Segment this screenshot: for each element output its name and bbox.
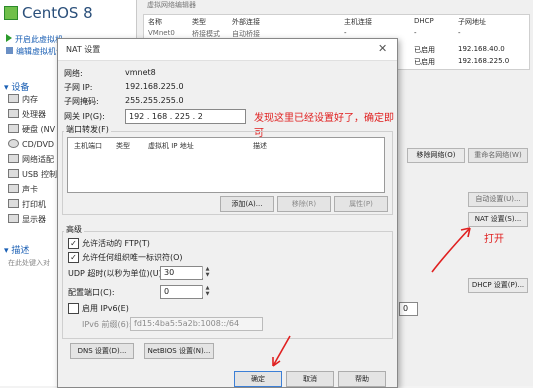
arrow-to-nat-icon: [431, 227, 471, 273]
arrow-to-ok-icon: [272, 335, 291, 367]
annotation-arrows: [272, 227, 471, 367]
